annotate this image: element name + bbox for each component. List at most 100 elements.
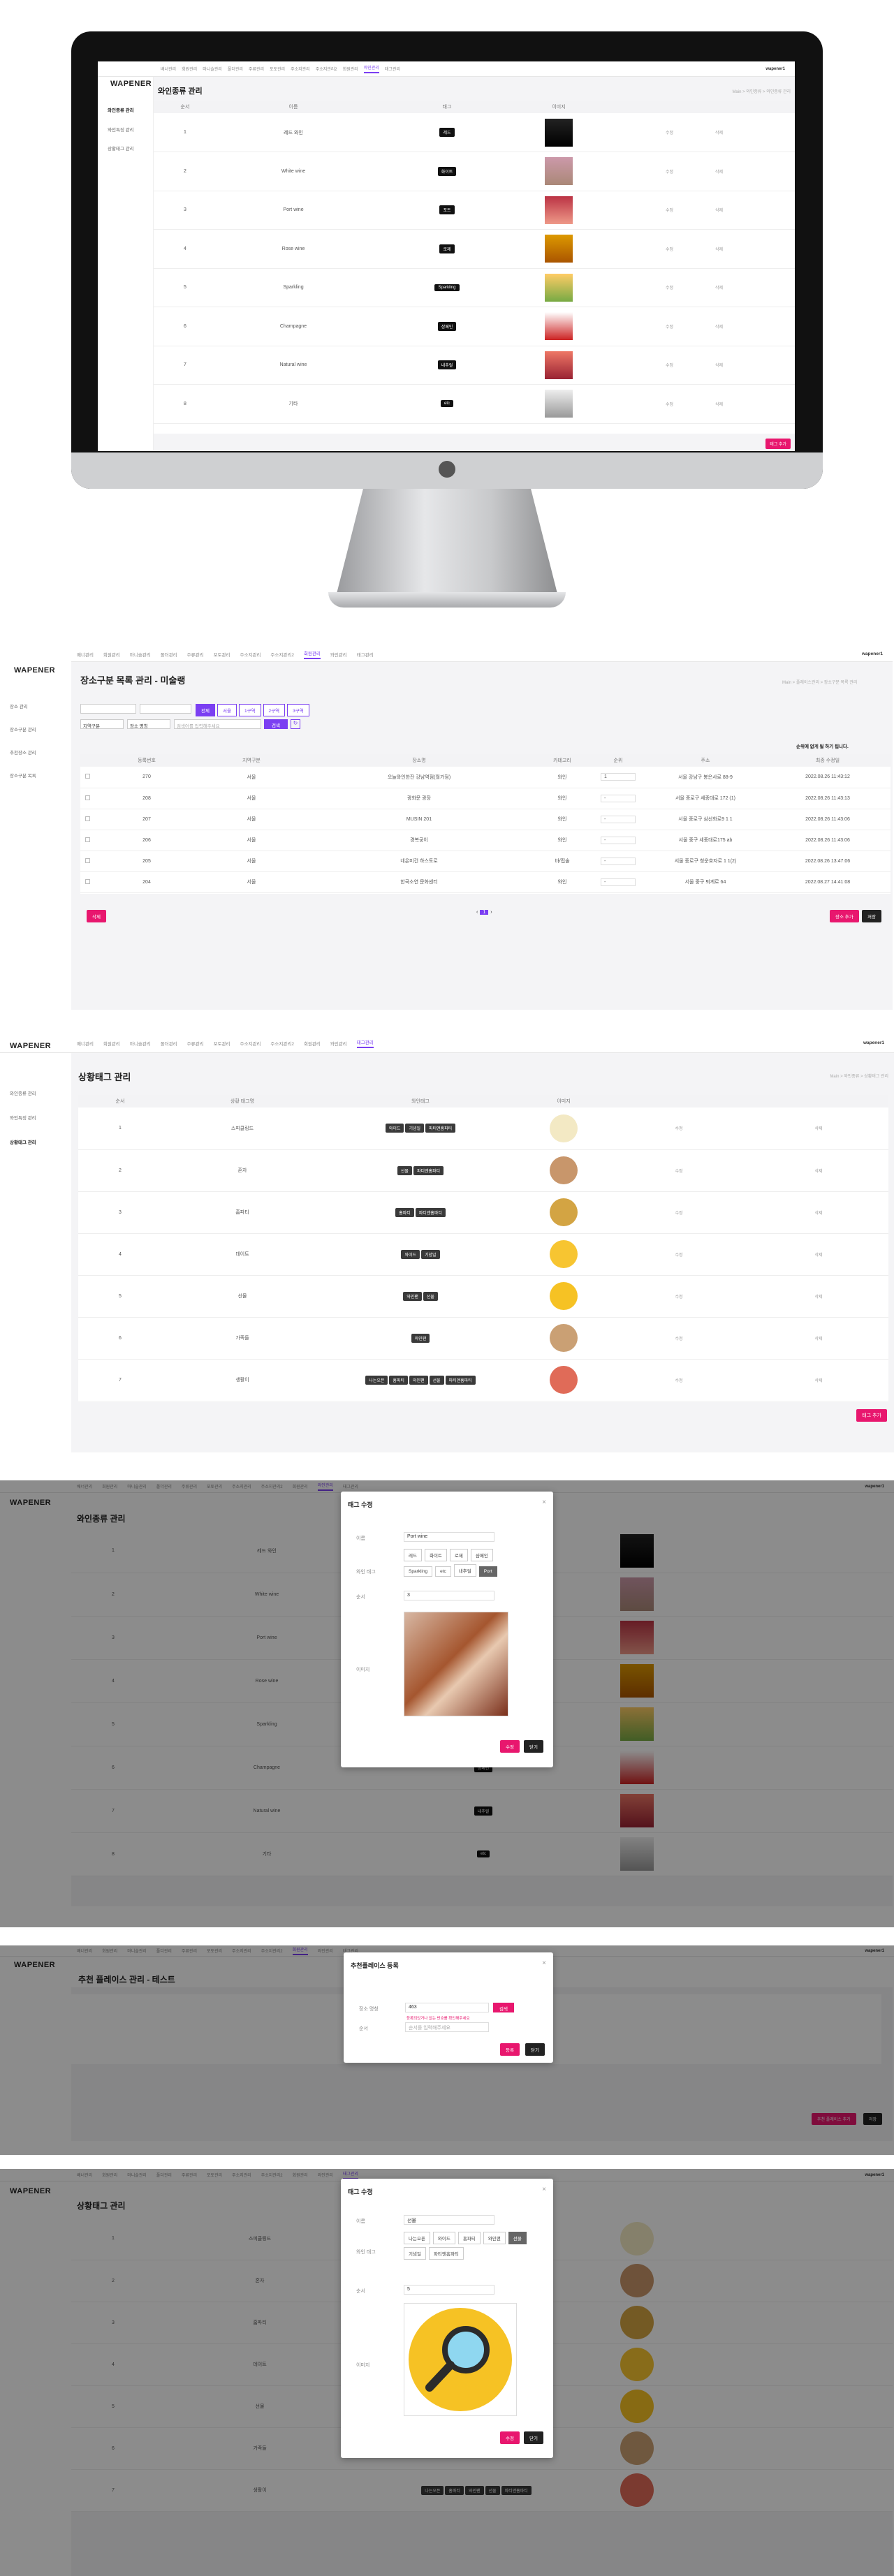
nav-item[interactable]: 회원관리 xyxy=(103,1040,120,1047)
nav-item[interactable]: 배너관리 xyxy=(161,66,176,72)
delete-link[interactable]: 삭제 xyxy=(715,248,723,252)
nav-item[interactable]: 배너관리 xyxy=(77,651,94,658)
nav-item[interactable]: 폴더관리 xyxy=(161,1040,177,1047)
delete-link[interactable]: 삭제 xyxy=(715,403,723,407)
checkbox[interactable] xyxy=(85,878,90,884)
sidebar-item-recommend[interactable]: 추천장소 관리 xyxy=(10,749,36,756)
next-page-icon[interactable]: › xyxy=(490,910,492,915)
situation-thumbnail[interactable] xyxy=(550,1282,578,1310)
edit-link[interactable]: 수정 xyxy=(609,1233,749,1276)
nav-item[interactable]: 회원관리 xyxy=(182,66,197,72)
table-row[interactable]: 3 홈파티 홈파티 파티앤홈파티 수정 삭제 xyxy=(78,1191,888,1234)
user-label[interactable]: wapener1 xyxy=(863,1040,884,1045)
nav-item[interactable]: 폴더관리 xyxy=(228,66,243,72)
wine-image[interactable] xyxy=(404,1612,508,1716)
table-row[interactable]: 7 Natural wine 내추럴 수정 삭제 xyxy=(154,346,795,385)
col-tags[interactable]: 와인태그 xyxy=(323,1095,518,1107)
sidebar-item-situation-tag[interactable]: 상황태그 관리 xyxy=(108,145,134,152)
nav-item[interactable]: 태그관리 xyxy=(357,651,374,658)
row-checkbox[interactable] xyxy=(80,830,94,851)
sidebar-item-wine-type[interactable]: 와인종류 관리 xyxy=(10,1089,36,1096)
table-row[interactable]: 6 가족들 와인팬 수정 삭제 xyxy=(78,1317,888,1360)
rank-select[interactable]: 1 xyxy=(601,773,636,781)
checkbox[interactable] xyxy=(85,858,90,863)
nav-item[interactable]: 포토관리 xyxy=(270,66,285,72)
wine-tag-option[interactable]: 선물 xyxy=(508,2232,527,2244)
edit-link[interactable]: 수정 xyxy=(666,209,673,213)
table-row[interactable]: 2 혼자 선물 파티앤홈파티 수정 삭제 xyxy=(78,1149,888,1192)
col-header[interactable]: 주소 xyxy=(646,754,765,767)
sidebar-item-wine-type[interactable]: 와인종류 관리 xyxy=(108,106,134,113)
situation-thumbnail[interactable] xyxy=(550,1114,578,1142)
table-row[interactable]: 4 데이트 와이드 기념일 수정 삭제 xyxy=(78,1233,888,1276)
wine-tag-option[interactable]: 레드 xyxy=(404,1549,422,1561)
table-row[interactable]: 208 서울 광화문 광장 와인 - 서울 종로구 세종대로 172 (1) 2022.08… xyxy=(80,788,891,809)
name-input[interactable]: 선물 xyxy=(404,2215,494,2225)
table-row[interactable]: 4 Rose wine 로제 수정 삭제 xyxy=(154,229,795,269)
search-input[interactable]: 검색어를 입력해주세요 xyxy=(174,719,261,729)
wine-tag-option[interactable]: 파티앤홈파티 xyxy=(428,2247,464,2260)
edit-link[interactable]: 수정 xyxy=(609,1359,749,1401)
delete-link[interactable]: 삭제 xyxy=(715,209,723,213)
wine-thumbnail[interactable] xyxy=(545,196,573,224)
prev-page-icon[interactable]: ‹ xyxy=(476,910,478,915)
sidebar-item-place[interactable]: 장소 관리 xyxy=(10,702,28,709)
nav-item[interactable]: 주소지관리 xyxy=(240,1040,261,1047)
checkbox[interactable] xyxy=(85,816,90,821)
user-label[interactable]: wapener1 xyxy=(862,652,883,656)
save-button[interactable]: 수정 xyxy=(500,1740,520,1753)
edit-link[interactable]: 수정 xyxy=(666,248,673,252)
sidebar-item-place-type[interactable]: 장소구분 관리 xyxy=(10,726,36,733)
nav-item[interactable]: 와인관리 xyxy=(330,651,347,658)
rank-select[interactable]: - xyxy=(601,836,636,844)
filter-tab[interactable]: 3구역 xyxy=(287,704,309,716)
table-row[interactable]: 6 Champagne 샴페인 수정 삭제 xyxy=(154,307,795,346)
filter-tab[interactable]: 전체 xyxy=(196,704,215,716)
col-header[interactable]: 순위 xyxy=(590,754,646,767)
delete-link[interactable]: 삭제 xyxy=(749,1317,888,1360)
table-row[interactable]: 1 레드 와인 레드 수정 삭제 xyxy=(154,113,795,152)
magnifier-image[interactable] xyxy=(404,2303,517,2416)
search-button[interactable]: 검색 xyxy=(264,719,288,729)
table-row[interactable]: 205 서울 네온미건 하스토로 바/펍술 - 서울 종로구 청운효자로 1 1(2) 20… xyxy=(80,851,891,872)
register-button[interactable]: 등록 xyxy=(500,2043,520,2056)
situation-thumbnail[interactable] xyxy=(550,1366,578,1394)
col-order[interactable]: 순서 xyxy=(154,101,217,113)
close-icon[interactable]: × xyxy=(542,1499,546,1506)
edit-link[interactable]: 수정 xyxy=(666,170,673,175)
refresh-icon[interactable]: ↻ xyxy=(291,719,300,729)
add-tag-button[interactable]: 태그 추가 xyxy=(765,439,791,449)
nav-item[interactable]: 회원관리 xyxy=(103,651,120,658)
delete-link[interactable]: 삭제 xyxy=(715,325,723,330)
situation-thumbnail[interactable] xyxy=(550,1198,578,1226)
wine-thumbnail[interactable] xyxy=(545,390,573,418)
table-row[interactable]: 2 White wine 화이트 수정 삭제 xyxy=(154,152,795,191)
nav-item[interactable]: 주소지관리2 xyxy=(270,651,294,658)
nav-item[interactable]: 회원관리 xyxy=(343,66,358,72)
delete-link[interactable]: 삭제 xyxy=(715,170,723,175)
wine-tag-option[interactable]: 내추럴 xyxy=(453,1564,476,1577)
wine-thumbnail[interactable] xyxy=(545,351,573,379)
delete-link[interactable]: 삭제 xyxy=(749,1233,888,1276)
table-row[interactable]: 1 스피클링드 와이드 기념일 파티앤홈파티 수정 삭제 xyxy=(78,1107,888,1150)
col-header[interactable]: 최종 수정일 xyxy=(765,754,891,767)
delete-link[interactable]: 삭제 xyxy=(715,286,723,290)
wine-tag-option[interactable]: 샴페인 xyxy=(470,1549,493,1561)
rank-select[interactable]: - xyxy=(601,815,636,823)
sidebar-item-situation-tag[interactable]: 상황태그 관리 xyxy=(10,1138,36,1145)
nav-item[interactable]: 폴더관리 xyxy=(161,651,177,658)
filter-tab[interactable]: 1구역 xyxy=(238,704,261,716)
place-input[interactable]: 463 xyxy=(405,2003,489,2012)
col-order[interactable]: 순서 xyxy=(78,1095,162,1107)
situation-thumbnail[interactable] xyxy=(550,1156,578,1184)
name-input[interactable]: Port wine xyxy=(404,1532,494,1542)
edit-link[interactable]: 수정 xyxy=(666,364,673,368)
wine-tag-option[interactable]: Port xyxy=(478,1566,497,1577)
wine-tag-option[interactable]: etc xyxy=(435,1566,451,1577)
delete-link[interactable]: 삭제 xyxy=(749,1359,888,1401)
col-header[interactable] xyxy=(80,754,94,767)
row-checkbox[interactable] xyxy=(80,809,94,830)
delete-link[interactable]: 삭제 xyxy=(749,1107,888,1150)
nav-item[interactable]: 주류관리 xyxy=(187,1040,204,1047)
table-row[interactable]: 270 서울 오늘와인한잔 강남역점(월가점) 와인 1 서울 강남구 봉은사로 88-9… xyxy=(80,767,891,788)
